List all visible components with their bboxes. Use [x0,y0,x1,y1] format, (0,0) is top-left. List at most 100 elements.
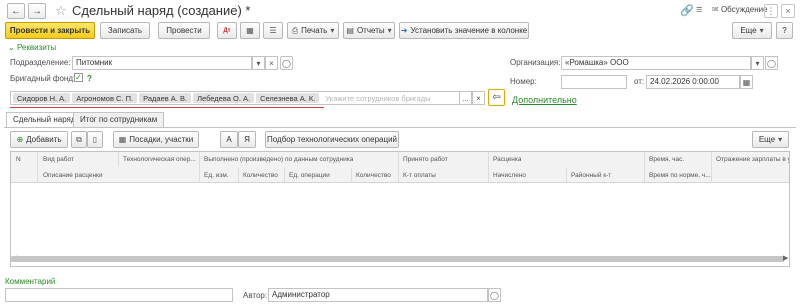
date-field[interactable]: 24.02.2026 0:00:00 [646,75,740,89]
col-accrued[interactable]: Начислено [493,172,526,179]
chevron-down-icon: ▾ [330,26,335,35]
date-label: от: [634,77,645,86]
save-button[interactable]: Записать [100,22,150,39]
chevron-down-icon: ▾ [759,26,764,35]
arrow-right-icon: → [32,5,42,17]
col-tech-op[interactable]: Технологическая опер... [123,156,201,163]
col-salary-reflection[interactable]: Отражение зарплаты в у [716,156,789,163]
col-qty[interactable]: Количество [243,172,278,179]
chat-icon: ✉ [712,5,719,14]
employee-tag[interactable]: Агрономов С. П. [72,93,138,103]
set-value-in-column-button[interactable]: ➜ Установить значение в колонке [399,22,529,39]
printer-icon: ⎙ [291,25,299,35]
col-work-type[interactable]: Вид работ [43,156,74,163]
col-rate[interactable]: Расценка [493,156,521,163]
col-op-unit[interactable]: Ед. операции [289,172,330,179]
department-field[interactable]: Питомник [72,56,252,70]
brigade-clear-button[interactable]: × [472,91,485,105]
horizontal-scrollbar[interactable] [10,256,785,262]
copy-row-button[interactable]: ⧉ [71,131,87,148]
delete-row-button[interactable]: ▯ [87,131,103,148]
organization-open[interactable]: ◯ [765,56,778,70]
arrow-left-icon: ← [11,5,21,17]
sort-desc-button[interactable]: Я [238,131,256,148]
plots-button[interactable]: ▦ Посадки, участки [113,131,199,148]
col-accepted[interactable]: Принято работ [403,156,448,163]
checkmark-icon: ✓ [75,73,82,82]
structure-button[interactable]: ▦ [240,22,260,39]
author-open[interactable]: ◯ [488,288,501,302]
brigade-fund-help[interactable]: ? [87,74,92,83]
col-unit[interactable]: Ед. изм. [204,172,229,179]
copy-icon: ⧉ [76,134,82,144]
col-time[interactable]: Время, час. [649,156,684,163]
tab-divider [4,127,796,128]
reports-icon: ▤ [346,26,354,35]
department-dropdown[interactable]: ▾ [252,56,265,70]
employee-tag[interactable]: Селезнева А. К. [256,93,320,103]
help-button[interactable]: ? [776,22,793,39]
close-icon: × [269,58,274,68]
print-button[interactable]: ⎙ Печать ▾ [287,22,339,39]
brigade-select-button[interactable]: ... [459,91,472,105]
scroll-right-icon[interactable]: ▶ [783,254,788,262]
back-button[interactable]: ← [7,3,25,19]
col-divider [398,152,399,183]
close-icon[interactable]: × [781,4,795,18]
department-open[interactable]: ◯ [280,56,293,70]
col-n[interactable]: N [16,156,21,163]
post-and-close-button[interactable]: Провести и закрыть [5,22,95,39]
col-district-coef[interactable]: Районный к-т [571,172,611,179]
col-rate-description[interactable]: Описание расценки [43,172,103,179]
brigade-underline [10,107,324,108]
dt-kt-icon: Дт [223,27,231,34]
author-field[interactable]: Администратор [268,288,488,302]
menu-dots-icon[interactable]: ⋮ [764,4,778,18]
table-more-button[interactable]: Еще ▾ [752,131,789,148]
link-icon: ◯ [767,58,776,68]
brigade-fund-checkbox[interactable]: ✓ [74,73,83,82]
brigade-employees-field[interactable]: Сидоров Н. А. Агрономов С. П. Радаев А. … [10,91,472,105]
operations-table[interactable]: N Вид работ Технологическая опер... Выпо… [10,151,790,267]
number-field[interactable] [561,75,627,89]
add-row-button[interactable]: ⊕ Добавить [10,131,68,148]
col-time-norm[interactable]: Время по норме, ч... [649,172,713,179]
pick-operations-button[interactable]: Подбор технологических операций [265,131,399,148]
link-icon: ◯ [282,58,291,68]
plots-icon: ▦ [118,135,127,144]
close-icon: × [476,93,481,103]
forward-button[interactable]: → [28,3,46,19]
link-icon[interactable]: 🔗 [680,4,694,17]
col-pay-coef[interactable]: К-т оплаты [403,172,436,179]
discussion-button[interactable]: ✉ Обсуждение [712,5,768,14]
more-button[interactable]: Еще ▾ [732,22,772,39]
organization-field[interactable]: «Ромашка» ООО [561,56,751,70]
tab-piecework-order[interactable]: Сдельный наряд [6,112,83,128]
reports-button[interactable]: ▤ Отчеты ▾ [343,22,395,39]
arrow-right-icon: ➜ [400,26,408,35]
requisites-toggle[interactable]: ⌄ Реквизиты [8,43,56,52]
employee-tag[interactable]: Радаев А. В. [139,93,192,103]
employee-tag[interactable]: Сидоров Н. А. [13,93,71,103]
add-label: Добавить [26,135,62,144]
table-more-label: Еще [758,135,776,144]
col-op-qty[interactable]: Количество [356,172,391,179]
additional-link[interactable]: Дополнительно [512,95,577,105]
link-icon: ◯ [490,290,499,300]
list-button[interactable]: ☰ [263,22,283,39]
delete-icon: ▯ [92,135,98,144]
calendar-button[interactable]: ▦ [740,75,753,89]
brigade-back-button[interactable]: ⇦ [488,89,505,106]
organization-dropdown[interactable]: ▾ [751,56,764,70]
comment-field[interactable] [5,288,233,302]
dt-kt-button[interactable]: Дт [217,22,237,39]
employee-tag[interactable]: Лебедева О. А. [193,93,255,103]
sort-asc-button[interactable]: A [220,131,238,148]
favorite-star-icon[interactable]: ☆ [55,3,67,19]
question-icon: ? [782,26,787,35]
col-done[interactable]: Выполнено (произведено) по данным сотруд… [204,156,353,163]
post-button[interactable]: Провести [158,22,210,39]
tab-employee-totals[interactable]: Итог по сотрудникам [73,112,165,127]
department-clear[interactable]: × [265,56,278,70]
bell-icon[interactable]: ≡ [696,4,702,16]
